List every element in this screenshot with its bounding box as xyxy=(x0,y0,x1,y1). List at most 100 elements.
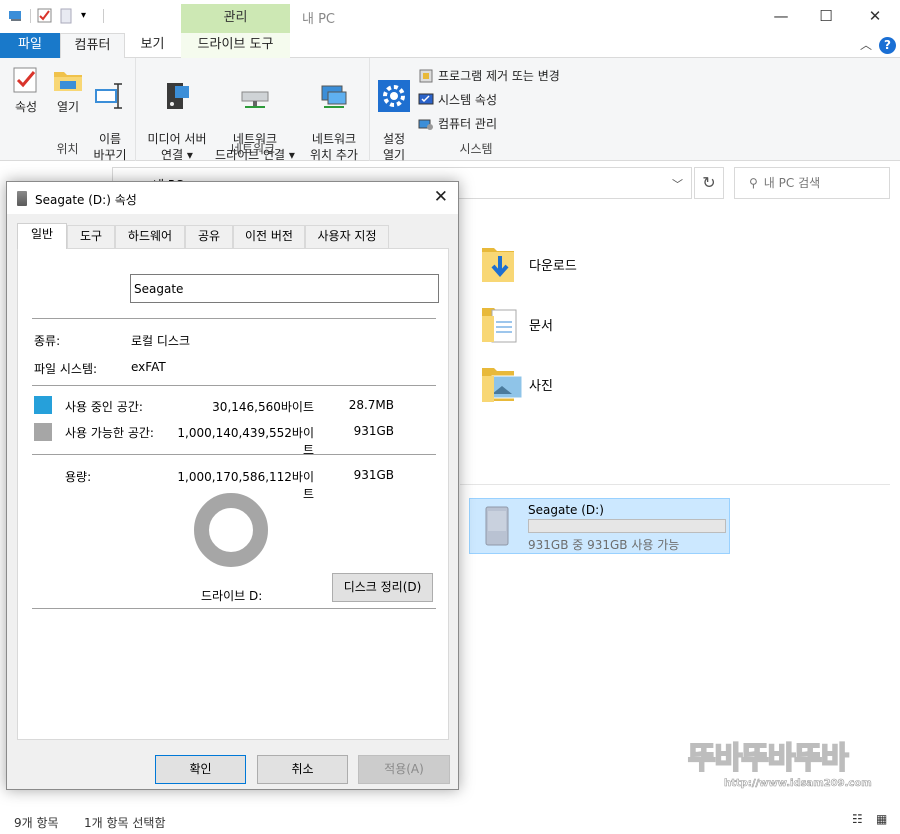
network-location-icon xyxy=(321,85,347,108)
maximize-button[interactable]: ☐ xyxy=(803,0,849,32)
explorer-app-icon xyxy=(8,8,24,24)
window-title: 내 PC xyxy=(302,12,336,27)
pictures-folder-icon xyxy=(482,362,523,406)
divider xyxy=(32,608,436,609)
dialog-title-bar: Seagate (D:) 속성 ✕ xyxy=(7,182,458,214)
media-server-icon xyxy=(167,83,189,109)
customize-qat-icon[interactable]: ▾ xyxy=(81,8,97,24)
ribbon: 속성 열기 이름 바꾸기 위치 미디어 서버 연결 ▾ 네트워크 드라이브 연결… xyxy=(0,58,900,162)
folder-item[interactable]: 다운로드 xyxy=(482,242,577,286)
disk-cleanup-button[interactable]: 디스크 정리(D) xyxy=(332,573,433,602)
tab-tools[interactable]: 도구 xyxy=(67,225,115,248)
used-space-swatch xyxy=(34,396,52,414)
contextual-tab-manage[interactable]: 관리 xyxy=(181,4,290,33)
general-tab-panel: 종류: 로컬 디스크 파일 시스템: exFAT 사용 중인 공간: 30,14… xyxy=(17,248,449,740)
cancel-button[interactable]: 취소 xyxy=(257,755,348,784)
computer-management-icon xyxy=(418,119,433,130)
open-button[interactable]: 열기 xyxy=(50,64,86,115)
item-count: 9개 항목 xyxy=(14,816,59,830)
drive-free-space: 931GB 중 931GB 사용 가능 xyxy=(528,538,680,552)
tab-previous-versions[interactable]: 이전 버전 xyxy=(233,225,305,248)
folder-name: 문서 xyxy=(529,318,553,334)
ribbon-group-system: 설정 열기 프로그램 제거 또는 변경 시스템 속성 컴퓨터 관리 시스템 xyxy=(371,58,586,162)
help-icon[interactable]: ? xyxy=(879,37,896,54)
type-value: 로컬 디스크 xyxy=(131,334,191,348)
free-space-swatch xyxy=(34,423,52,441)
properties-icon xyxy=(13,67,37,93)
rename-icon xyxy=(95,83,122,109)
folder-item[interactable]: 사진 xyxy=(482,362,553,406)
ribbon-group-label-network: 네트워크 xyxy=(230,142,276,156)
folder-name: 사진 xyxy=(529,378,553,394)
watermark-logo: 뚜바뚜바뚜바 http://www.idsam209.com xyxy=(687,740,872,800)
selection-count: 1개 항목 선택함 xyxy=(84,816,166,830)
tab-drive-tools[interactable]: 드라이브 도구 xyxy=(181,33,290,58)
drive-name: Seagate (D:) xyxy=(528,503,604,517)
dialog-close-icon[interactable]: ✕ xyxy=(434,187,448,207)
drive-title-icon xyxy=(17,191,27,206)
folder-item[interactable]: 문서 xyxy=(482,302,553,346)
search-icon: ⚲ xyxy=(749,176,758,190)
external-drive-icon xyxy=(482,505,512,547)
tab-customize[interactable]: 사용자 지정 xyxy=(305,225,389,248)
ribbon-tab-bar: 파일 컴퓨터 보기 드라이브 도구 ︿ ? xyxy=(0,33,900,59)
uninstall-icon xyxy=(419,69,433,82)
properties-qat-icon[interactable] xyxy=(37,8,53,24)
ribbon-group-label-system: 시스템 xyxy=(459,142,493,156)
minimize-button[interactable]: — xyxy=(758,0,804,32)
open-folder-icon xyxy=(54,72,82,91)
ribbon-group-label-location: 위치 xyxy=(56,142,79,156)
capacity-label: 용량: xyxy=(65,470,92,484)
computer-management-button[interactable]: 컴퓨터 관리 xyxy=(418,115,497,132)
quick-access-toolbar: ▾ xyxy=(8,8,104,24)
settings-gear-icon xyxy=(378,80,410,112)
system-properties-button[interactable]: 시스템 속성 xyxy=(418,91,497,108)
collapse-ribbon-icon[interactable]: ︿ xyxy=(860,36,872,53)
refresh-icon: ↻ xyxy=(702,173,716,192)
uninstall-program-button[interactable]: 프로그램 제거 또는 변경 xyxy=(418,67,560,84)
free-space-size: 931GB xyxy=(353,424,394,438)
address-history-chevron-icon[interactable]: ﹀ xyxy=(672,176,683,192)
tab-hardware[interactable]: 하드웨어 xyxy=(115,225,185,248)
divider xyxy=(32,454,436,455)
properties-button[interactable]: 속성 xyxy=(6,64,46,115)
free-space-label: 사용 가능한 공간: xyxy=(65,426,154,440)
watermark-text: 뚜바뚜바뚜바 xyxy=(687,740,850,777)
apply-button[interactable]: 적용(A) xyxy=(358,755,450,784)
new-folder-qat-icon[interactable] xyxy=(59,8,75,24)
used-space-bytes: 30,146,560바이트 xyxy=(212,400,314,414)
ribbon-group-network: 미디어 서버 연결 ▾ 네트워크 드라이브 연결 ▾ 네트워크 위치 추가 네트… xyxy=(137,58,370,162)
close-button[interactable]: ✕ xyxy=(852,0,898,32)
network-drive-icon xyxy=(241,91,269,108)
refresh-button[interactable]: ↻ xyxy=(694,167,724,199)
ok-button[interactable]: 확인 xyxy=(155,755,246,784)
large-icons-view-icon[interactable]: ▦ xyxy=(876,812,887,826)
drive-letter-label: 드라이브 D: xyxy=(201,589,263,603)
tab-view[interactable]: 보기 xyxy=(125,33,180,58)
ribbon-group-location: 속성 열기 이름 바꾸기 위치 xyxy=(0,58,136,162)
type-label: 종류: xyxy=(34,334,61,348)
folder-name: 다운로드 xyxy=(529,258,577,274)
capacity-size: 931GB xyxy=(353,468,394,482)
free-space-bytes: 1,000,140,439,552바이트 xyxy=(177,426,314,457)
system-properties-icon xyxy=(418,93,434,104)
drive-usage-bar xyxy=(528,519,726,533)
used-space-size: 28.7MB xyxy=(348,398,394,412)
disk-usage-donut xyxy=(194,493,268,567)
status-bar: 9개 항목 1개 항목 선택함 ☷ ▦ xyxy=(0,806,900,834)
tab-general[interactable]: 일반 xyxy=(17,223,67,249)
details-view-icon[interactable]: ☷ xyxy=(852,812,863,826)
properties-dialog: Seagate (D:) 속성 ✕ 일반 도구 하드웨어 공유 이전 버전 사용… xyxy=(6,181,459,790)
volume-name-input[interactable] xyxy=(130,274,439,303)
divider xyxy=(32,385,436,386)
search-box[interactable]: ⚲ 내 PC 검색 xyxy=(734,167,890,199)
drive-tile-seagate[interactable]: Seagate (D:) 931GB 중 931GB 사용 가능 xyxy=(469,498,730,554)
tab-file[interactable]: 파일 xyxy=(0,33,60,58)
watermark-url: http://www.idsam209.com xyxy=(724,778,872,790)
divider xyxy=(32,318,436,319)
filesystem-value: exFAT xyxy=(131,360,166,374)
explorer-title-bar: ▾ 관리 내 PC — ☐ ✕ xyxy=(0,0,900,33)
tab-sharing[interactable]: 공유 xyxy=(185,225,233,248)
tab-computer[interactable]: 컴퓨터 xyxy=(60,33,125,59)
filesystem-label: 파일 시스템: xyxy=(34,362,98,376)
